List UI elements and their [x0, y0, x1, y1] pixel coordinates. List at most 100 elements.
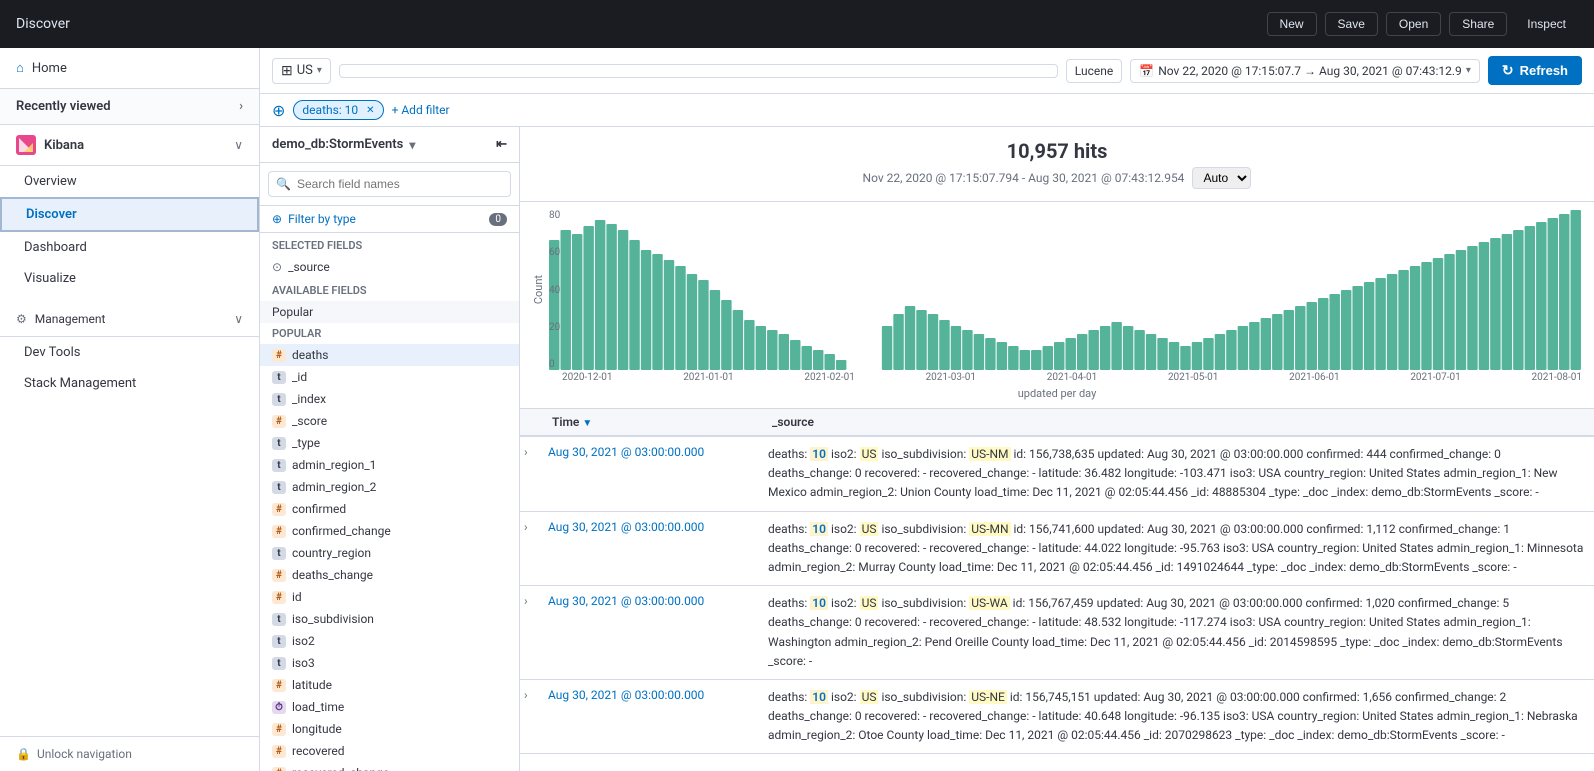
sidebar-home[interactable]: ⌂ Home: [0, 48, 259, 89]
sidebar-item-dev-tools[interactable]: Dev Tools: [0, 337, 259, 368]
refresh-button[interactable]: ↻ Refresh: [1488, 56, 1582, 85]
x-label: 2021-03-01: [926, 372, 977, 383]
sidebar-item-visualize[interactable]: Visualize: [0, 263, 259, 294]
y-axis-label: Count: [532, 275, 545, 304]
field-item-deaths_change[interactable]: # deaths_change ⊕: [260, 564, 519, 586]
field-item-iso_subdivision[interactable]: t iso_subdivision ⊕: [260, 608, 519, 630]
field-item-_id[interactable]: t _id ⊕: [260, 366, 519, 388]
field-item-country_region[interactable]: t country_region ⊕: [260, 542, 519, 564]
hits-range: Nov 22, 2020 @ 17:15:07.794 - Aug 30, 20…: [532, 167, 1582, 189]
open-button[interactable]: Open: [1386, 12, 1441, 36]
field-name-longitude: longitude: [292, 722, 342, 736]
table-rows: › Aug 30, 2021 @ 03:00:00.000 deaths: 10…: [520, 437, 1594, 754]
x-label: 2021-01-01: [683, 372, 734, 383]
row-time-0: Aug 30, 2021 @ 03:00:00.000: [540, 437, 760, 511]
field-name-iso_subdivision: iso_subdivision: [292, 612, 374, 626]
row-time-3: Aug 30, 2021 @ 03:00:00.000: [540, 680, 760, 754]
share-button[interactable]: Share: [1449, 12, 1507, 36]
field-item-deaths[interactable]: # deaths ⊕: [260, 344, 519, 366]
field-item-admin_region_1[interactable]: t admin_region_1 ⊕: [260, 454, 519, 476]
field-item-confirmed[interactable]: # confirmed ⊕: [260, 498, 519, 520]
available-fields-label: Available fields: [260, 278, 519, 301]
field-item-load_time[interactable]: ⏱ load_time ⊕: [260, 696, 519, 718]
sidebar-item-dashboard[interactable]: Dashboard: [0, 232, 259, 263]
field-item-recovered[interactable]: # recovered ⊕: [260, 740, 519, 762]
field-type-latitude: #: [272, 679, 286, 692]
source-field[interactable]: ⊙ _source: [260, 256, 519, 278]
sidebar-item-discover[interactable]: Discover: [0, 197, 259, 232]
lock-icon: 🔒: [16, 747, 31, 761]
field-type-deaths_change: #: [272, 569, 286, 582]
field-name-_type: _type: [292, 436, 320, 450]
layout: ⌂ Home Recently viewed › Kibana ∨ Overvi…: [0, 0, 1594, 771]
field-item-_type[interactable]: t _type ⊕: [260, 432, 519, 454]
index-chevron: ▾: [409, 138, 415, 152]
top-nav: Discover New Save Open Share Inspect: [0, 0, 1594, 48]
table-row: › Aug 30, 2021 @ 03:00:00.000 deaths: 10…: [520, 680, 1594, 755]
x-label: 2021-05-01: [1168, 372, 1219, 383]
row-expand-1[interactable]: ›: [520, 512, 540, 586]
field-item-_index[interactable]: t _index ⊕: [260, 388, 519, 410]
field-name-admin_region_2: admin_region_2: [292, 480, 376, 494]
popular-section-label: Popular: [260, 323, 519, 344]
home-label: Home: [32, 61, 67, 76]
field-item-admin_region_2[interactable]: t admin_region_2 ⊕: [260, 476, 519, 498]
time-column-header[interactable]: Time ▼: [552, 415, 772, 429]
sidebar-item-stack-management[interactable]: Stack Management: [0, 368, 259, 399]
field-item-iso3[interactable]: t iso3 ⊕: [260, 652, 519, 674]
field-name-_score: _score: [292, 414, 327, 428]
time-range: Nov 22, 2020 @ 17:15:07.7 → Aug 30, 2021…: [1158, 64, 1462, 78]
field-name-recovered: recovered: [292, 744, 345, 758]
save-button[interactable]: Save: [1325, 12, 1378, 36]
app-title: Discover: [16, 16, 70, 32]
refresh-label: Refresh: [1520, 63, 1568, 78]
filter-close[interactable]: ✕: [366, 105, 374, 116]
field-item-confirmed_change[interactable]: # confirmed_change ⊕: [260, 520, 519, 542]
source-column-header: _source: [772, 415, 1582, 429]
row-expand-2[interactable]: ›: [520, 586, 540, 679]
filter-type-count: 0: [489, 213, 507, 226]
management-section[interactable]: ⚙ Management ∨: [0, 302, 259, 337]
management-icon: ⚙: [16, 312, 27, 326]
unlock-nav[interactable]: 🔒 Unlock navigation: [16, 747, 243, 761]
field-item-longitude[interactable]: # longitude ⊕: [260, 718, 519, 740]
lucene-badge[interactable]: Lucene: [1066, 59, 1122, 83]
index-name-label: demo_db:StormEvents: [272, 137, 403, 152]
hits-date-range: Nov 22, 2020 @ 17:15:07.794 - Aug 30, 20…: [863, 171, 1185, 185]
field-item-latitude[interactable]: # latitude ⊕: [260, 674, 519, 696]
field-item-id[interactable]: # id ⊕: [260, 586, 519, 608]
search-input[interactable]: [268, 171, 511, 197]
x-labels: 2020-12-012021-01-012021-02-012021-03-01…: [532, 372, 1582, 383]
filter-icon[interactable]: ⊕: [272, 101, 285, 120]
panel-toggle[interactable]: ⇤: [496, 137, 507, 152]
add-filter[interactable]: + Add filter: [392, 103, 450, 117]
field-type-_index: t: [272, 393, 286, 406]
inspect-button[interactable]: Inspect: [1515, 13, 1578, 35]
active-filter[interactable]: deaths: 10 ✕: [293, 100, 383, 120]
recently-viewed-section[interactable]: Recently viewed ›: [0, 89, 259, 125]
recently-viewed-chevron: ›: [239, 99, 243, 114]
filter-by-type[interactable]: ⊕ Filter by type 0: [260, 206, 519, 233]
field-item-_score[interactable]: # _score ⊕: [260, 410, 519, 432]
index-icon: ⊞: [281, 63, 293, 79]
field-item-iso2[interactable]: t iso2 ⊕: [260, 630, 519, 652]
index-name: US: [297, 63, 313, 78]
field-item-recovered_change[interactable]: # recovered_change ⊕: [260, 762, 519, 771]
query-bar[interactable]: [339, 64, 1058, 78]
row-expand-3[interactable]: ›: [520, 680, 540, 754]
hits-header: 10,957 hits Nov 22, 2020 @ 17:15:07.794 …: [520, 127, 1594, 202]
field-type-deaths: #: [272, 349, 286, 362]
table-header: Time ▼ _source: [520, 409, 1594, 437]
row-source-1: deaths: 10 iso2: US iso_subdivision: US-…: [760, 512, 1594, 586]
kibana-section[interactable]: Kibana ∨: [0, 125, 259, 166]
kibana-chevron: ∨: [234, 138, 243, 152]
sidebar-item-overview[interactable]: Overview: [0, 166, 259, 197]
row-expand-0[interactable]: ›: [520, 437, 540, 511]
index-select[interactable]: ⊞ US ▾: [272, 58, 331, 84]
auto-select[interactable]: Auto: [1192, 167, 1251, 189]
new-button[interactable]: New: [1267, 12, 1317, 36]
chart-updated: updated per day: [532, 387, 1582, 400]
field-type-iso3: t: [272, 657, 286, 670]
time-picker[interactable]: 📅 Nov 22, 2020 @ 17:15:07.7 → Aug 30, 20…: [1130, 59, 1480, 83]
row-source-2: deaths: 10 iso2: US iso_subdivision: US-…: [760, 586, 1594, 679]
